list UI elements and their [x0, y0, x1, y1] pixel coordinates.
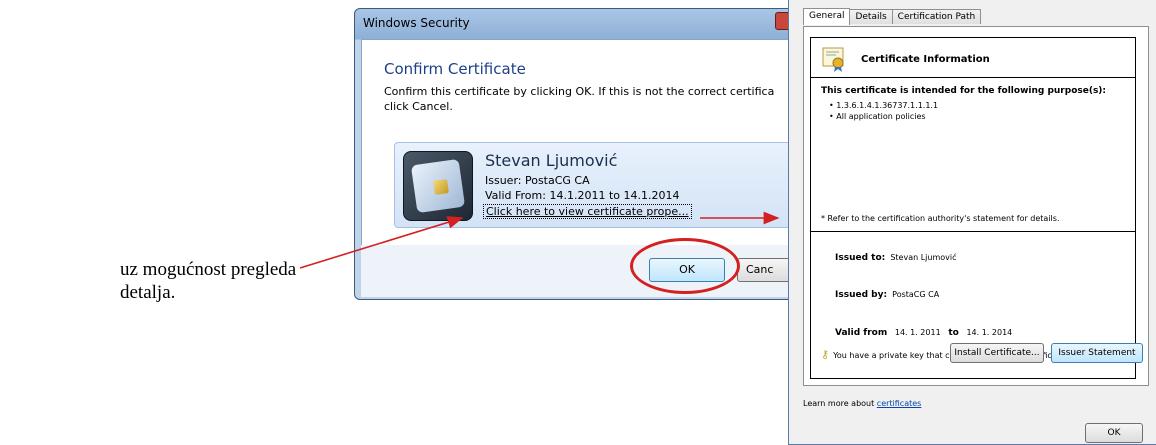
arrow-to-tile	[299, 216, 464, 269]
annotation-arrows	[299, 211, 780, 269]
